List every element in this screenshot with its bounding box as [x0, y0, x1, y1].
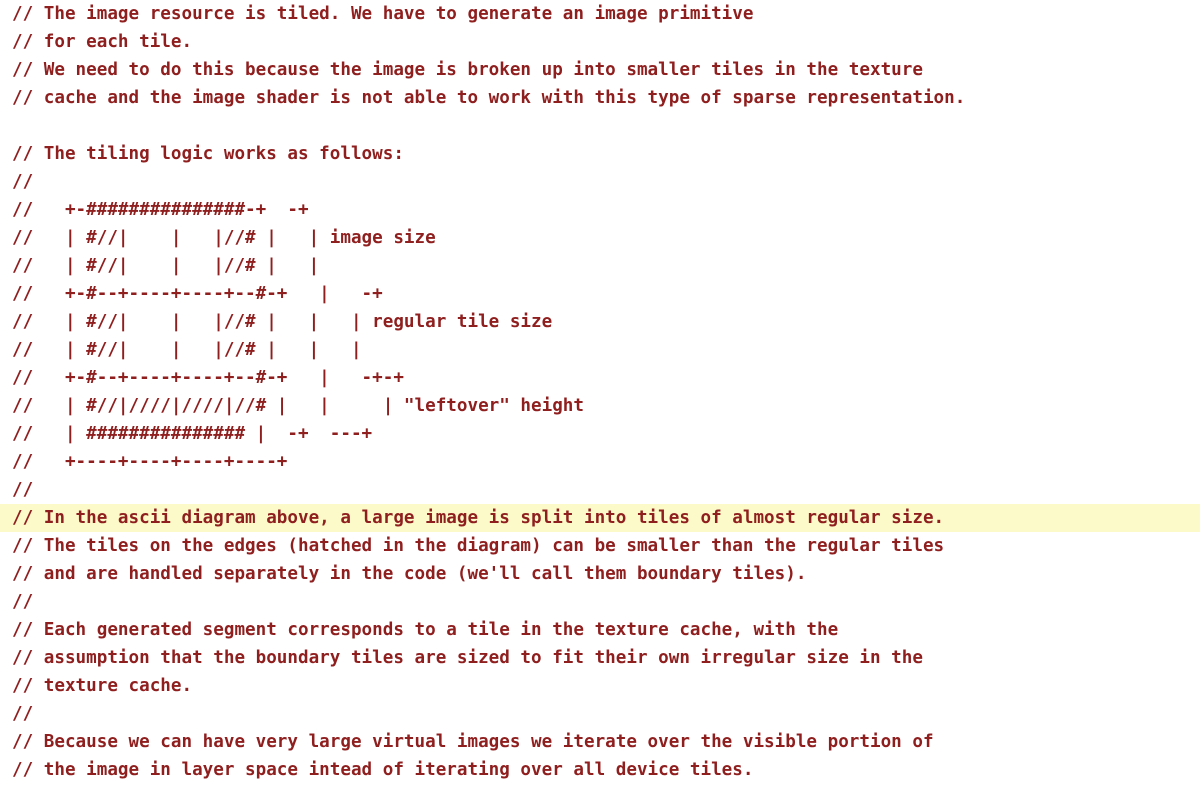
code-line-text: // the image in layer space intead of it…: [12, 760, 754, 780]
code-line-text: //: [12, 592, 34, 612]
code-line-text: // +-#--+----+----+--#-+ | -+: [12, 284, 383, 304]
code-line-text: // +----+----+----+----+: [12, 452, 288, 472]
code-line[interactable]: // | #//| | |//# | |: [0, 252, 1200, 280]
code-line-text: // | ############### | -+ ---+: [12, 424, 373, 444]
code-line[interactable]: // The tiles on the edges (hatched in th…: [0, 532, 1200, 560]
code-line-text: // The tiling logic works as follows:: [12, 144, 404, 164]
code-line-text: // In the ascii diagram above, a large i…: [12, 508, 945, 528]
code-line[interactable]: // and are handled separately in the cod…: [0, 560, 1200, 588]
code-line[interactable]: // the image in layer space intead of it…: [0, 756, 1200, 784]
code-line-text: // The tiles on the edges (hatched in th…: [12, 536, 945, 556]
code-line-text: // We need to do this because the image …: [12, 60, 923, 80]
code-line[interactable]: // The image resource is tiled. We have …: [0, 0, 1200, 28]
code-line-text: // +-#--+----+----+--#-+ | -+-+: [12, 368, 404, 388]
code-line-text: // +-###############-+ -+: [12, 200, 309, 220]
code-line-text: // Each generated segment corresponds to…: [12, 620, 839, 640]
code-line[interactable]: // | #//| | |//# | | | regular tile size: [0, 308, 1200, 336]
code-line-text: // cache and the image shader is not abl…: [12, 88, 966, 108]
code-line[interactable]: //: [0, 476, 1200, 504]
code-line-text: // | #//| | |//# | | | regular tile size: [12, 312, 553, 332]
code-line[interactable]: [0, 112, 1200, 140]
code-line-text: // Because we can have very large virtua…: [12, 732, 934, 752]
code-line-text: // assumption that the boundary tiles ar…: [12, 648, 923, 668]
code-line-text: // | #//| | |//# | | |: [12, 340, 362, 360]
code-line-text: //: [12, 172, 34, 192]
code-line[interactable]: // The tiling logic works as follows:: [0, 140, 1200, 168]
code-comment-viewer[interactable]: // The image resource is tiled. We have …: [0, 0, 1200, 796]
code-line[interactable]: // | #//| | |//# | | image size: [0, 224, 1200, 252]
code-line[interactable]: // +-#--+----+----+--#-+ | -+-+: [0, 364, 1200, 392]
code-line-text: // The image resource is tiled. We have …: [12, 4, 754, 24]
code-line-text: //: [12, 480, 34, 500]
code-line[interactable]: //: [0, 588, 1200, 616]
code-line[interactable]: // +----+----+----+----+: [0, 448, 1200, 476]
code-line[interactable]: //: [0, 700, 1200, 728]
code-line[interactable]: // cache and the image shader is not abl…: [0, 84, 1200, 112]
code-line-text: //: [12, 704, 34, 724]
code-line[interactable]: // texture cache.: [0, 672, 1200, 700]
code-line[interactable]: // +-###############-+ -+: [0, 196, 1200, 224]
code-line[interactable]: //: [0, 168, 1200, 196]
code-line[interactable]: // Each generated segment corresponds to…: [0, 616, 1200, 644]
code-line-text: // for each tile.: [12, 32, 193, 52]
code-line-text: // | #//| | |//# | |: [12, 256, 320, 276]
code-line[interactable]: // | #//|////|////|//# | | | "leftover" …: [0, 392, 1200, 420]
code-line[interactable]: // assumption that the boundary tiles ar…: [0, 644, 1200, 672]
code-line-text: // texture cache.: [12, 676, 193, 696]
code-line-text: // | #//| | |//# | | image size: [12, 228, 436, 248]
code-line[interactable]: // for each tile.: [0, 28, 1200, 56]
code-line[interactable]: // | ############### | -+ ---+: [0, 420, 1200, 448]
code-line[interactable]: // We need to do this because the image …: [0, 56, 1200, 84]
code-line-text: // and are handled separately in the cod…: [12, 564, 807, 584]
code-line[interactable]: // Because we can have very large virtua…: [0, 728, 1200, 756]
code-line[interactable]: // | #//| | |//# | | |: [0, 336, 1200, 364]
code-line-text: // | #//|////|////|//# | | | "leftover" …: [12, 396, 584, 416]
code-line[interactable]: // +-#--+----+----+--#-+ | -+: [0, 280, 1200, 308]
code-line-highlighted[interactable]: // In the ascii diagram above, a large i…: [0, 504, 1200, 532]
